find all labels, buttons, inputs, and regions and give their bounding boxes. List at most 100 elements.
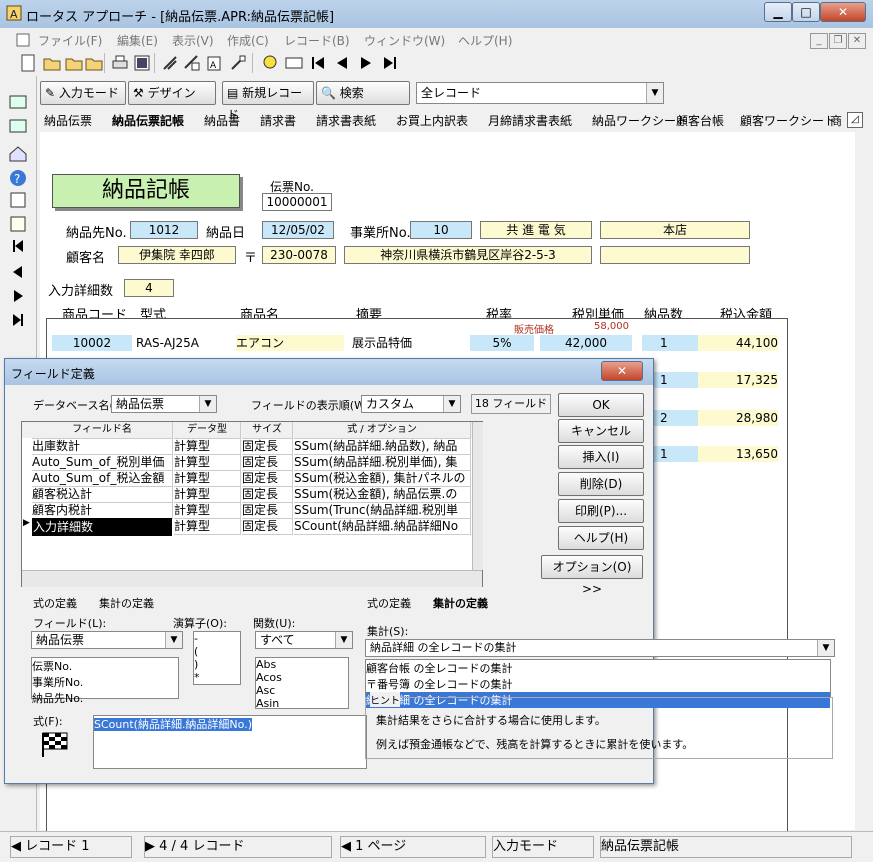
order-select[interactable]: カスタム ▼ xyxy=(361,395,461,413)
tab-nohin-denpyo-kicho[interactable]: 納品伝票記帳 xyxy=(112,112,184,129)
record-filter-select[interactable]: 全レコード ▼ xyxy=(416,82,664,104)
chart-icon[interactable] xyxy=(8,116,28,136)
next-record-icon[interactable] xyxy=(356,53,376,73)
address2-field[interactable] xyxy=(600,246,750,264)
new-file-icon[interactable] xyxy=(18,53,38,73)
db-select[interactable]: 納品伝票 ▼ xyxy=(111,395,217,413)
print-button[interactable]: 印刷(P)... xyxy=(558,499,644,523)
menu-view[interactable]: 表示(V) xyxy=(172,32,214,49)
menu-edit[interactable]: 編集(E) xyxy=(117,32,158,49)
cut-icon[interactable] xyxy=(160,53,180,73)
status-mode[interactable]: 入力モード xyxy=(492,836,594,858)
home-icon[interactable] xyxy=(8,144,28,164)
open-folder-icon[interactable] xyxy=(42,53,62,73)
print-preview-icon[interactable] xyxy=(132,53,152,73)
row1-price[interactable]: 42,000 xyxy=(540,335,632,351)
address-field[interactable]: 神奈川県横浜市鶴見区岸谷2-5-3 xyxy=(344,246,592,264)
input-mode-button[interactable]: ✎ 入力モード xyxy=(40,81,126,105)
tab-seikyusho[interactable]: 請求書 xyxy=(260,112,296,129)
table-row[interactable]: 顧客内税計 計算型 固定長 SSum(Trunc(納品詳細.税別単 xyxy=(22,502,472,519)
layout-icon[interactable] xyxy=(8,92,28,112)
status-count[interactable]: ▶ 4 / 4 レコード xyxy=(144,836,332,858)
list-item[interactable]: - xyxy=(194,632,240,645)
customer-field[interactable]: 伊集院 幸四郎 xyxy=(118,246,236,264)
options-button[interactable]: オプション(O) >> xyxy=(541,555,643,596)
prev-icon[interactable] xyxy=(8,262,28,282)
detail-count-field[interactable]: 4 xyxy=(124,279,174,297)
summary-list[interactable]: 顧客台帳 の全レコードの集計 〒番号簿 の全レコードの集計 納品詳細 の全レコー… xyxy=(365,659,831,708)
help-button[interactable]: ヘルプ(H) xyxy=(558,526,644,550)
tab-summary-def[interactable]: 集計の定義 xyxy=(99,595,154,611)
postal-field[interactable]: 230-0078 xyxy=(262,246,336,264)
row1-total[interactable]: 44,100 xyxy=(698,335,778,351)
design-button[interactable]: ⚒ デザイン xyxy=(128,81,216,105)
list-item[interactable]: 顧客台帳 の全レコードの集計 xyxy=(366,660,830,676)
list-item[interactable]: Abs xyxy=(256,658,348,671)
open-folder2-icon[interactable] xyxy=(64,53,84,73)
row3-qty[interactable]: 2 xyxy=(652,410,704,426)
table-row[interactable]: Auto_Sum_of_税別単価 計算型 固定長 SSum(納品詳細.税別単価), 集 xyxy=(22,454,472,471)
list-item[interactable]: Acos xyxy=(256,671,348,684)
form-icon[interactable] xyxy=(284,53,304,73)
row1-code[interactable]: 10002 xyxy=(52,335,132,351)
first-icon[interactable] xyxy=(8,236,28,256)
format-icon[interactable] xyxy=(228,53,248,73)
next-icon[interactable] xyxy=(8,286,28,306)
browse-icon[interactable] xyxy=(8,214,28,234)
table-row[interactable]: 顧客税込計 計算型 固定長 SSum(税込金額), 納品伝票.の xyxy=(22,486,472,503)
status-form[interactable]: 納品伝票記帳 xyxy=(600,836,852,858)
tab-seikyusho-hyoshi[interactable]: 請求書表紙 xyxy=(316,112,376,129)
tab-kokyaku-worksheet[interactable]: 顧客ワークシート xyxy=(740,112,836,129)
table-icon[interactable] xyxy=(8,190,28,210)
formula-editor[interactable]: SCount(納品詳細.納品詳細No.) xyxy=(93,715,367,769)
cancel-button[interactable]: キャンセル xyxy=(558,419,644,443)
tab-tsukijime[interactable]: 月締請求書表紙 xyxy=(488,112,572,129)
row1-qty[interactable]: 1 xyxy=(642,335,704,351)
last-record-icon[interactable] xyxy=(380,53,400,73)
status-page[interactable]: ◀ 1 ページ xyxy=(340,836,486,858)
doc-restore-button[interactable]: ❐ xyxy=(829,33,847,49)
list-item[interactable]: 納品先No. xyxy=(32,690,178,706)
row1-model[interactable]: RAS-AJ25A xyxy=(136,335,232,351)
copy-icon[interactable] xyxy=(182,53,202,73)
save-icon[interactable] xyxy=(84,53,104,73)
field-list[interactable]: 伝票No. 事業所No. 納品先No. xyxy=(31,657,179,705)
field-select[interactable]: 納品伝票 ▼ xyxy=(31,631,183,649)
table-row[interactable]: Auto_Sum_of_税込金額 計算型 固定長 SSum(税込金額), 集計パネルの xyxy=(22,470,472,487)
maximize-button[interactable]: □ xyxy=(792,2,820,22)
tab-more[interactable]: 商 xyxy=(830,112,842,129)
tab-nohin-denpyo[interactable]: 納品伝票 xyxy=(44,112,92,129)
menu-file[interactable]: ファイル(F) xyxy=(38,32,102,49)
list-item[interactable]: 〒番号簿 の全レコードの集計 xyxy=(366,676,830,692)
prev-record-icon[interactable] xyxy=(332,53,352,73)
tab-formula-def[interactable]: 式の定義 xyxy=(33,595,77,611)
list-item[interactable]: * xyxy=(194,671,240,684)
row2-qty[interactable]: 1 xyxy=(652,372,704,388)
list-item[interactable]: ) xyxy=(194,658,240,671)
checkered-flag-icon[interactable] xyxy=(39,729,73,759)
office-no-field[interactable]: 10 xyxy=(410,221,472,239)
new-record-button[interactable]: ▤ 新規レコード xyxy=(222,81,314,122)
help-icon[interactable]: ? xyxy=(8,168,28,188)
row1-name[interactable]: エアコン xyxy=(236,335,344,351)
delete-button[interactable]: 削除(D) xyxy=(558,472,644,496)
date-field[interactable]: 12/05/02 xyxy=(262,221,334,239)
tab-kokyaku-daicho[interactable]: 顧客台帳 xyxy=(676,112,724,129)
table-row[interactable]: 出庫数計 計算型 固定長 SSum(納品詳細.納品数), 納品 xyxy=(22,438,472,455)
list-item[interactable]: 事業所No. xyxy=(32,674,178,690)
minimize-button[interactable]: ▁ xyxy=(764,2,792,22)
branch-field[interactable]: 本店 xyxy=(600,221,750,239)
grid-vscroll[interactable] xyxy=(472,422,483,570)
doc-minimize-button[interactable]: _ xyxy=(810,33,828,49)
function-list[interactable]: Abs Acos Asc Asin xyxy=(255,657,349,710)
dest-no-field[interactable]: 1012 xyxy=(130,221,198,239)
first-record-icon[interactable] xyxy=(308,53,328,73)
dialog-close-button[interactable]: ✕ xyxy=(601,361,643,381)
search-button[interactable]: 🔍 検索 xyxy=(316,81,410,105)
paste-icon[interactable]: A xyxy=(204,53,224,73)
list-item[interactable]: 伝票No. xyxy=(32,658,178,674)
menu-record[interactable]: レコード(B) xyxy=(284,32,350,49)
row3-total[interactable]: 28,980 xyxy=(698,410,778,426)
insert-button[interactable]: 挿入(I) xyxy=(558,445,644,469)
print-icon[interactable] xyxy=(110,53,130,73)
